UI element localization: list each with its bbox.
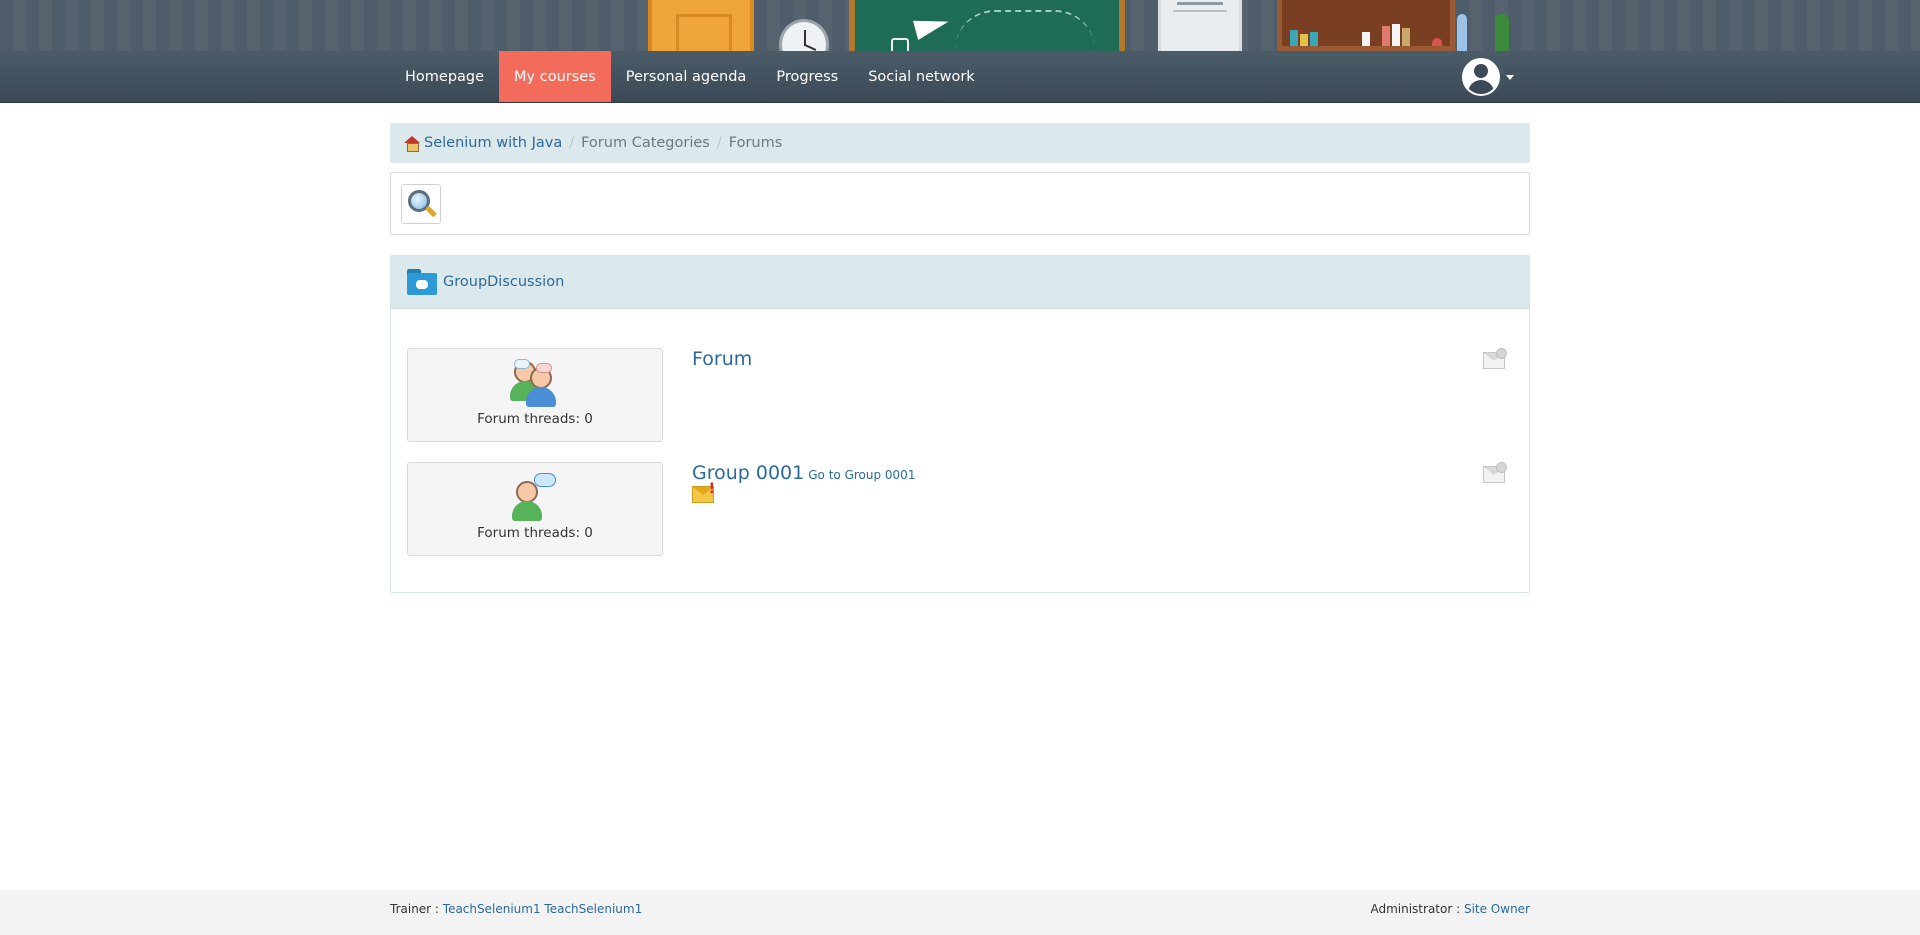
admin-link[interactable]: Site Owner <box>1464 902 1530 916</box>
forum-title-link[interactable]: Forum <box>692 348 752 370</box>
category-title[interactable]: GroupDiscussion <box>443 274 564 290</box>
nav-homepage[interactable]: Homepage <box>390 51 499 102</box>
forum-threads-count: Forum threads: 0 <box>477 411 593 427</box>
trainer-label: Trainer : <box>390 902 443 916</box>
nav-personal-agenda[interactable]: Personal agenda <box>611 51 762 102</box>
user-menu[interactable] <box>1462 58 1514 96</box>
forum-info-box: Forum threads: 0 <box>407 348 663 442</box>
main-nav: Homepage My courses Personal agenda Prog… <box>390 51 990 102</box>
forum-title-block: Group 0001 Go to Group 0001 <box>692 462 915 484</box>
new-mail-alert-icon <box>692 481 715 503</box>
footer: Trainer : TeachSelenium1 TeachSelenium1 … <box>0 890 1920 935</box>
top-navbar: Homepage My courses Personal agenda Prog… <box>0 51 1920 103</box>
home-icon[interactable] <box>404 136 420 152</box>
breadcrumb-forums: Forums <box>728 135 783 151</box>
footer-trainer: Trainer : TeachSelenium1 TeachSelenium1 <box>390 902 642 916</box>
user-chat-icon[interactable] <box>510 473 560 521</box>
group-forum-icon[interactable] <box>510 359 560 407</box>
forum-info-box: Forum threads: 0 <box>407 462 663 556</box>
forum-row: Forum threads: 0 Forum <box>407 348 1515 442</box>
forum-row: Forum threads: 0 Group 0001 Go to Group 0… <box>407 462 1515 556</box>
nav-progress[interactable]: Progress <box>761 51 853 102</box>
footer-admin: Administrator : Site Owner <box>1370 902 1530 916</box>
header-banner <box>0 0 1920 51</box>
clock-illustration <box>779 19 829 51</box>
breadcrumb-separator: / <box>569 135 575 151</box>
trainer-link[interactable]: TeachSelenium1 TeachSelenium1 <box>443 902 642 916</box>
forum-category-panel: GroupDiscussion Forum threads: 0 Forum F… <box>390 255 1530 593</box>
plant-illustration <box>1495 14 1509 51</box>
breadcrumb-separator: / <box>716 135 722 151</box>
notify-envelope-icon[interactable] <box>1483 462 1507 483</box>
door-illustration <box>648 0 754 51</box>
bookshelf-illustration <box>1277 0 1455 51</box>
search-button[interactable] <box>401 184 441 224</box>
folder-chat-icon <box>407 269 437 295</box>
nav-social-network[interactable]: Social network <box>853 51 989 102</box>
nav-my-courses[interactable]: My courses <box>499 51 611 102</box>
breadcrumb: Selenium with Java / Forum Categories / … <box>390 123 1530 163</box>
search-toolbar <box>390 172 1530 235</box>
breadcrumb-forum-categories[interactable]: Forum Categories <box>581 135 710 151</box>
chalkboard-illustration <box>849 0 1125 51</box>
breadcrumb-course[interactable]: Selenium with Java <box>424 135 562 151</box>
person-illustration <box>1457 14 1467 51</box>
user-avatar-icon[interactable] <box>1462 58 1500 96</box>
forum-threads-count: Forum threads: 0 <box>477 525 593 541</box>
caret-down-icon[interactable] <box>1506 74 1514 80</box>
category-header: GroupDiscussion <box>391 256 1529 309</box>
paper-illustration <box>1158 0 1242 51</box>
notify-envelope-icon[interactable] <box>1483 348 1507 369</box>
admin-label: Administrator : <box>1370 902 1464 916</box>
go-to-group-link[interactable]: Go to Group 0001 <box>808 468 915 482</box>
